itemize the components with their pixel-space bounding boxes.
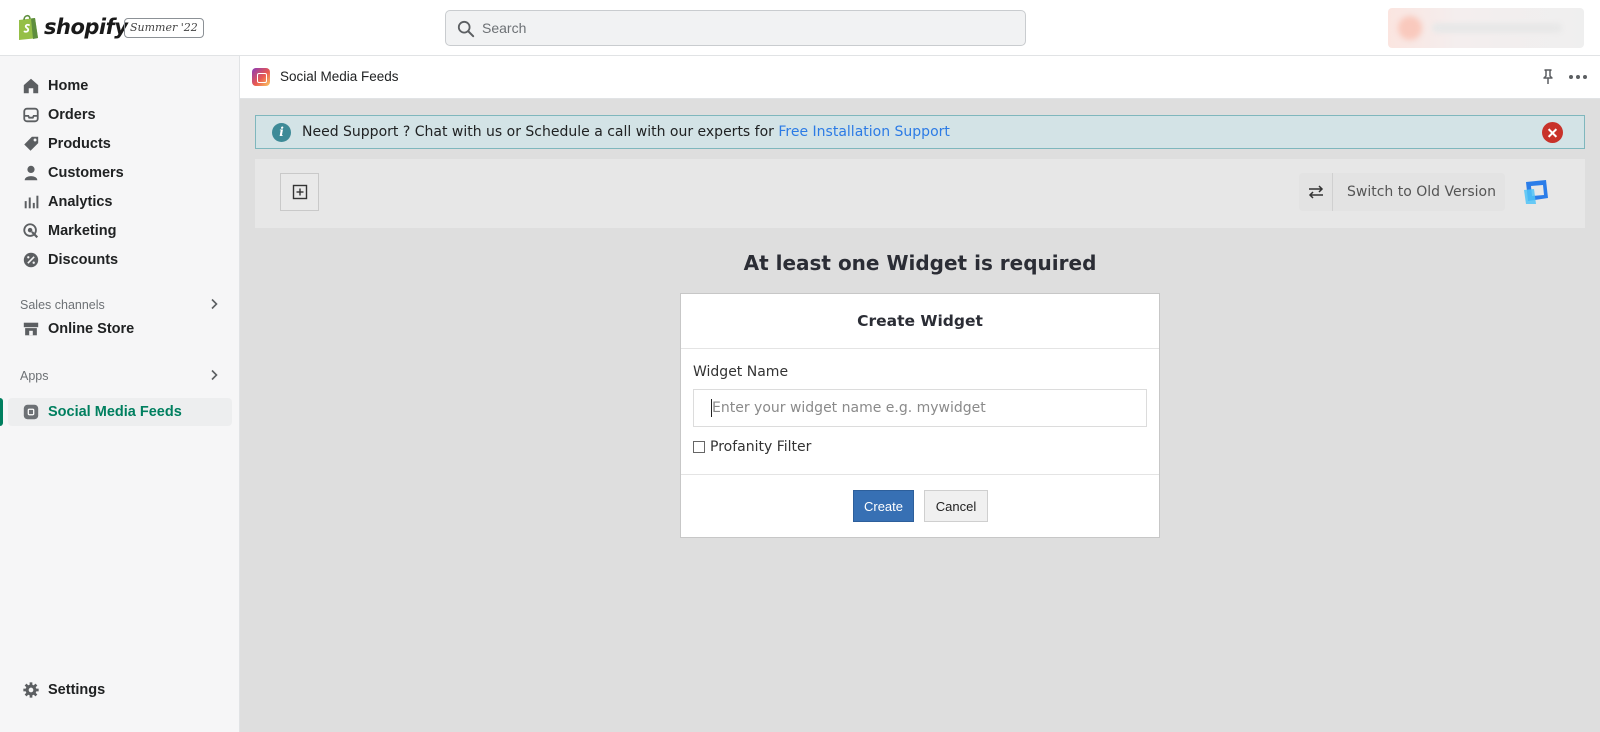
- search-input[interactable]: [482, 11, 1012, 45]
- sidebar-item-label: Online Store: [48, 321, 135, 337]
- sidebar-item-label: Marketing: [48, 223, 117, 239]
- search-icon: [457, 20, 475, 38]
- sales-channels-expand-button[interactable]: [204, 294, 224, 314]
- create-button[interactable]: Create: [853, 490, 914, 522]
- sidebar: Home Orders Products Customers Analytics…: [0, 56, 240, 732]
- app-logo-icon: [252, 68, 270, 86]
- pin-button[interactable]: [1538, 67, 1558, 87]
- home-icon: [21, 76, 41, 96]
- feed-brand-icon: [1522, 176, 1552, 206]
- sidebar-item-label: Discounts: [48, 252, 119, 268]
- more-horizontal-icon: [1569, 75, 1587, 79]
- switch-old-version-button[interactable]: Switch to Old Version: [1299, 173, 1505, 211]
- main-content: i Need Support ? Chat with us or Schedul…: [240, 99, 1600, 732]
- text-cursor: [711, 399, 712, 417]
- tag-icon: [21, 134, 41, 154]
- switch-label: Switch to Old Version: [1347, 184, 1496, 200]
- shopify-logo[interactable]: shopify: [16, 13, 128, 41]
- sidebar-item-analytics[interactable]: Analytics: [8, 188, 232, 216]
- sidebar-item-label: Settings: [48, 682, 106, 698]
- sales-channels-title: Sales channels: [20, 298, 105, 312]
- gear-icon: [21, 680, 41, 700]
- free-installation-link[interactable]: Free Installation Support: [778, 124, 950, 140]
- target-icon: [21, 221, 41, 241]
- account-name-blurred: [1432, 23, 1562, 33]
- swap-arrows-icon: [1299, 173, 1333, 211]
- sidebar-item-customers[interactable]: Customers: [8, 159, 232, 187]
- dialog-footer: Create Cancel: [681, 474, 1159, 537]
- profanity-filter-label: Profanity Filter: [710, 439, 812, 455]
- checkbox-box[interactable]: [693, 441, 705, 453]
- bar-chart-icon: [21, 192, 41, 212]
- sidebar-item-label: Customers: [48, 165, 124, 181]
- sidebar-item-label: Products: [48, 136, 111, 152]
- sidebar-item-home[interactable]: Home: [8, 72, 232, 100]
- sidebar-item-label: Social Media Feeds: [48, 404, 182, 420]
- sidebar-item-social-media-feeds[interactable]: Social Media Feeds: [8, 398, 232, 426]
- orders-icon: [21, 105, 41, 125]
- apps-expand-button[interactable]: [204, 365, 224, 385]
- sidebar-item-marketing[interactable]: Marketing: [8, 217, 232, 245]
- app-title: Social Media Feeds: [280, 69, 399, 84]
- create-widget-dialog: Create Widget Widget Name Profanity Filt…: [680, 293, 1160, 538]
- active-indicator: [0, 398, 3, 426]
- apps-title: Apps: [20, 369, 49, 383]
- profanity-filter-checkbox[interactable]: Profanity Filter: [693, 439, 811, 455]
- info-icon: i: [272, 123, 291, 142]
- avatar: [1398, 16, 1422, 40]
- dialog-title: Create Widget: [681, 294, 1159, 349]
- shopify-bag-icon: [16, 13, 40, 41]
- account-menu[interactable]: [1388, 8, 1584, 48]
- pin-icon: [1543, 69, 1553, 84]
- sidebar-item-discounts[interactable]: Discounts: [8, 246, 232, 274]
- sidebar-item-label: Home: [48, 78, 89, 94]
- plus-square-icon: [292, 184, 307, 200]
- shopify-wordmark: shopify: [44, 15, 128, 39]
- chevron-right-icon: [211, 298, 218, 310]
- widget-toolbar: Switch to Old Version: [255, 159, 1585, 228]
- store-icon: [21, 319, 41, 339]
- widget-name-label: Widget Name: [693, 364, 789, 380]
- sidebar-item-orders[interactable]: Orders: [8, 101, 232, 129]
- required-heading: At least one Widget is required: [743, 251, 1097, 275]
- top-bar: shopify Summer '22: [0, 0, 1600, 56]
- support-message: Need Support ? Chat with us or Schedule …: [302, 124, 950, 140]
- sidebar-item-products[interactable]: Products: [8, 130, 232, 158]
- app-icon: [21, 402, 41, 422]
- widget-name-input[interactable]: [693, 389, 1147, 427]
- edition-badge[interactable]: Summer '22: [124, 18, 204, 38]
- chevron-right-icon: [211, 369, 218, 381]
- app-header: Social Media Feeds: [240, 56, 1600, 99]
- sidebar-item-label: Orders: [48, 107, 96, 123]
- more-actions-button[interactable]: [1566, 67, 1590, 87]
- discount-icon: [21, 250, 41, 270]
- support-text: Need Support ? Chat with us or Schedule …: [302, 124, 779, 140]
- close-banner-button[interactable]: [1542, 122, 1563, 143]
- cancel-button[interactable]: Cancel: [924, 490, 988, 522]
- sidebar-item-label: Analytics: [48, 194, 113, 210]
- sidebar-item-settings[interactable]: Settings: [8, 676, 232, 704]
- search-bar[interactable]: [445, 10, 1026, 46]
- person-icon: [21, 163, 41, 183]
- add-widget-button[interactable]: [280, 173, 319, 211]
- sidebar-item-online-store[interactable]: Online Store: [8, 315, 232, 343]
- support-banner: i Need Support ? Chat with us or Schedul…: [255, 115, 1585, 149]
